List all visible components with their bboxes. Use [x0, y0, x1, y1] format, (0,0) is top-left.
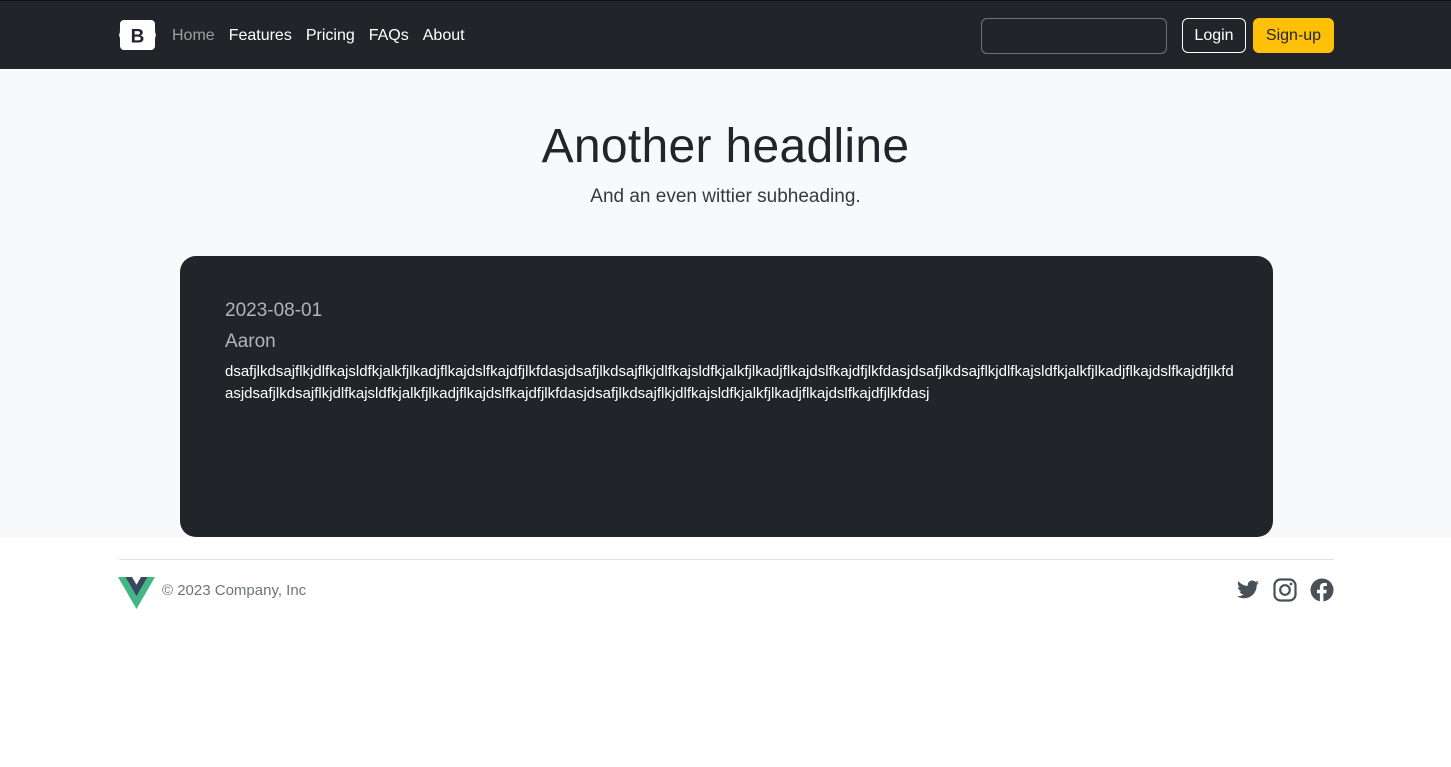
instagram-icon[interactable]	[1273, 578, 1297, 602]
post-date: 2023-08-01	[225, 300, 323, 321]
hero-section: Another headline And an even wittier sub…	[0, 69, 1451, 537]
post-card: 2023-08-01 Aaron dsafjlkdsajflkjdlfkajsl…	[180, 256, 1273, 537]
nav-link-faqs[interactable]: FAQs	[362, 27, 416, 45]
brand-letter: B	[131, 27, 145, 48]
page-headline: Another headline	[541, 120, 910, 173]
footer-copyright: © 2023 Company, Inc	[162, 582, 307, 599]
post-body: dsafjlkdsajflkjdlfkajsldfkjalkfjlkadjflk…	[225, 363, 1234, 402]
top-navbar: B Home Features Pricing FAQs About Login…	[0, 0, 1451, 69]
nav-link-pricing[interactable]: Pricing	[299, 27, 362, 45]
vue-logo-icon[interactable]	[118, 577, 155, 609]
footer-divider	[119, 559, 1334, 560]
post-author: Aaron	[225, 331, 276, 352]
signup-button[interactable]: Sign-up	[1253, 18, 1334, 53]
bootstrap-logo-icon[interactable]: B	[119, 20, 156, 50]
main-nav: Home Features Pricing FAQs About	[165, 1, 472, 70]
twitter-icon[interactable]	[1236, 578, 1260, 602]
nav-link-home[interactable]: Home	[165, 27, 222, 45]
facebook-icon[interactable]	[1310, 578, 1334, 602]
nav-link-about[interactable]: About	[416, 27, 472, 45]
page-subheading: And an even wittier subheading.	[590, 186, 861, 207]
search-input[interactable]	[981, 18, 1167, 54]
login-button[interactable]: Login	[1182, 18, 1246, 53]
nav-link-features[interactable]: Features	[222, 27, 299, 45]
